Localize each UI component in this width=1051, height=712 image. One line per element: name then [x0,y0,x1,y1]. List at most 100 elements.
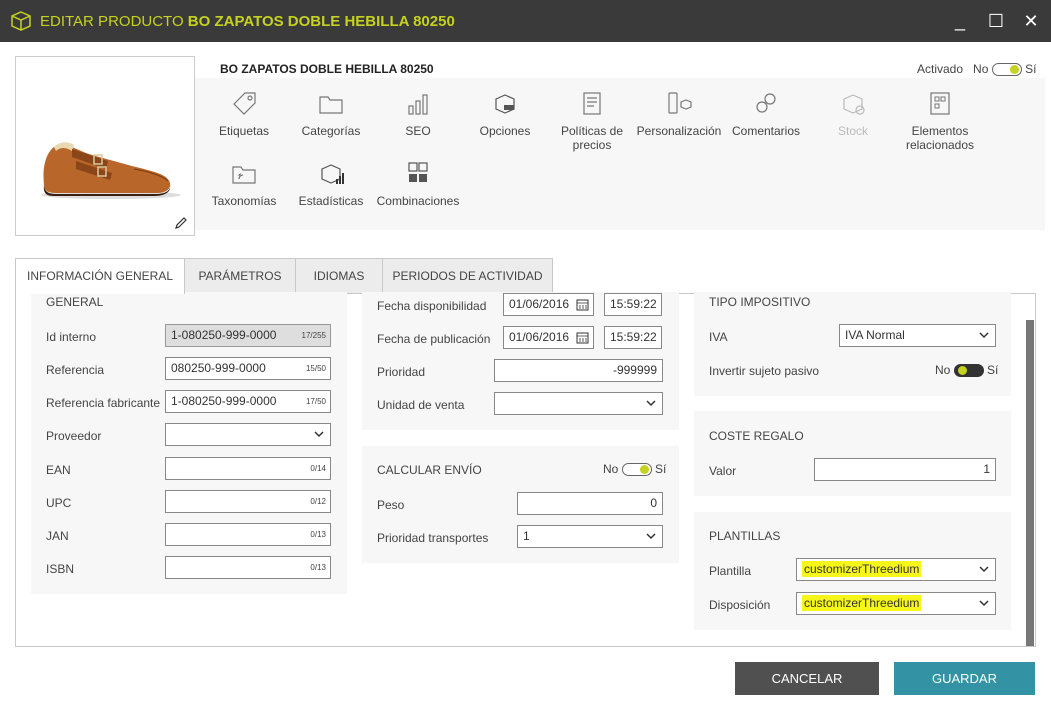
activado-toggle[interactable] [991,63,1022,77]
calendar-icon[interactable] [576,331,589,344]
product-image[interactable] [15,56,195,236]
tab-periodos-actividad[interactable]: PERIODOS DE ACTIVIDAD [382,258,553,293]
fecha-publicacion-time[interactable]: 15:59:22 [604,326,662,349]
politicas-precios-label: Políticas de precios [560,124,624,152]
unidad-venta-label: Unidad de venta [377,398,465,412]
stock-button[interactable]: Stock [808,90,898,138]
vertical-scrollbar[interactable] [1026,320,1034,646]
tab-idiomas[interactable]: IDIOMAS [295,258,383,293]
isbn-label: ISBN [46,562,75,576]
jan-label: JAN [46,529,69,543]
fecha-publicacion-date[interactable]: 01/06/2016 [503,326,594,349]
iva-value: IVA Normal [845,328,905,342]
title-bar: EDITAR PRODUCTO BO ZAPATOS DOBLE HEBILLA… [0,0,1051,42]
fecha-disponibilidad-time[interactable]: 15:59:22 [604,293,662,316]
ean-input[interactable]: 0/14 [165,457,331,480]
activado-toggle-group: Activado No Sí [917,62,1037,77]
pencil-icon[interactable] [174,216,188,230]
invertir-toggle[interactable] [953,364,984,378]
envio-no-label: No [603,462,619,476]
envio-title: CALCULAR ENVÍO [377,463,482,477]
seo-button[interactable]: SEO [373,90,463,138]
fecha-disponibilidad-date-value: 01/06/2016 [509,297,570,311]
comentarios-label: Comentarios [731,124,801,138]
jan-input[interactable]: 0/13 [165,523,331,546]
regalo-section [694,411,1011,496]
personalization-icon [668,92,692,114]
elementos-relacionados-button[interactable]: Elementos relacionados [895,90,985,152]
fecha-disponibilidad-time-value: 15:59:22 [610,297,657,311]
envio-si-label: Sí [655,462,667,476]
referencia-fabricante-value: 1-080250-999-0000 [171,394,277,408]
taxonomias-label: Taxonomías [211,194,277,208]
peso-value: 0 [650,496,657,510]
minimize-button[interactable]: _ [947,8,973,34]
activado-label: Activado [917,62,964,76]
regalo-title: COSTE REGALO [709,429,804,443]
personalizacion-button[interactable]: Personalización [634,90,724,138]
politicas-precios-button[interactable]: Políticas de precios [547,90,637,152]
prioridad-transportes-select[interactable]: 1 [517,525,663,548]
referencia-input[interactable]: 080250-999-0000 15/50 [165,357,331,380]
statistics-box-icon [321,164,344,184]
fecha-disponibilidad-date[interactable]: 01/06/2016 [503,293,594,316]
taxonomy-folder-icon [232,166,256,184]
save-button[interactable]: GUARDAR [894,662,1035,695]
upc-label: UPC [46,496,72,510]
referencia-fabricante-label: Referencia fabricante [46,396,161,410]
prioridad-transportes-label: Prioridad transportes [377,531,489,545]
tab-informacion-general[interactable]: INFORMACIÓN GENERAL [15,258,185,294]
invertir-no-label: No [935,363,951,377]
estadisticas-button[interactable]: Estadísticas [286,160,376,208]
referencia-fabricante-counter: 17/50 [305,397,326,406]
comments-icon [756,93,776,113]
plantilla-select[interactable]: customizerThreedium [796,558,996,581]
disposicion-select[interactable]: customizerThreedium [796,592,996,615]
close-button[interactable]: ✕ [1018,8,1044,34]
isbn-input[interactable]: 0/13 [165,556,331,579]
invertir-toggle-group: No Sí [935,363,998,378]
calendar-icon[interactable] [576,298,589,311]
seo-label: SEO [405,124,431,138]
valor-input[interactable]: 1 [814,458,996,481]
ean-label: EAN [46,463,71,477]
envio-toggle[interactable] [621,463,652,477]
stock-icon [843,94,865,115]
peso-input[interactable]: 0 [517,492,663,515]
ean-counter: 0/14 [310,464,326,473]
prioridad-label: Prioridad [377,365,426,379]
stock-label: Stock [837,124,868,138]
prioridad-transportes-value: 1 [523,529,530,543]
unidad-venta-select[interactable] [494,392,663,415]
tab-parametros[interactable]: PARÁMETROS [184,258,296,293]
price-policy-icon [583,92,601,115]
proveedor-select[interactable] [165,423,331,446]
etiquetas-button[interactable]: Etiquetas [199,90,289,138]
chevron-down-icon [646,400,656,407]
fecha-publicacion-label: Fecha de publicación [377,332,491,346]
referencia-fabricante-input[interactable]: 1-080250-999-0000 17/50 [165,390,331,413]
cancel-button[interactable]: CANCELAR [735,662,879,695]
referencia-counter: 15/50 [305,364,326,373]
upc-input[interactable]: 0/12 [165,490,331,513]
proveedor-label: Proveedor [46,429,102,443]
opciones-button[interactable]: Opciones [460,90,550,138]
chevron-down-icon [314,431,324,438]
disposicion-value: customizerThreedium [802,595,922,611]
general-title: GENERAL [46,295,104,309]
maximize-button[interactable]: ☐ [983,8,1009,34]
prioridad-input[interactable]: -999999 [494,359,663,382]
plantillas-title: PLANTILLAS [709,529,781,543]
tag-icon [233,92,256,115]
etiquetas-label: Etiquetas [218,124,270,138]
categorias-label: Categorías [301,124,361,138]
activado-si-label: Sí [1025,62,1037,76]
comentarios-button[interactable]: Comentarios [721,90,811,138]
seo-chart-icon [408,94,428,115]
iva-select[interactable]: IVA Normal [839,324,996,347]
jan-counter: 0/13 [310,530,326,539]
taxonomias-button[interactable]: Taxonomías [199,160,289,208]
categorias-button[interactable]: Categorías [286,90,376,138]
prioridad-value: -999999 [612,363,657,377]
combinaciones-button[interactable]: Combinaciones [373,160,463,208]
